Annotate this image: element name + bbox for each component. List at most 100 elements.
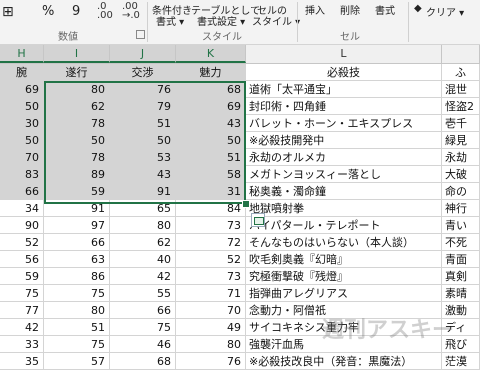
cell-l[interactable]: 秘奥義・濁命鐘 [246,183,442,200]
cell-i[interactable]: 86 [44,268,110,285]
cell-m[interactable]: 真剣 [442,268,480,285]
cell-l[interactable]: ※必殺技改良中（発音：黒魔法） [246,353,442,370]
cell-h[interactable]: 35 [0,353,44,370]
cell-h[interactable]: 59 [0,268,44,285]
cell-k[interactable]: 84 [176,200,246,217]
column-header-m[interactable] [442,45,480,63]
cell-k[interactable]: 80 [176,336,246,353]
cell-l[interactable]: バレット・ホーン・エキスプレス [246,115,442,132]
cell-h[interactable]: 90 [0,217,44,234]
format-button[interactable]: 書式 [375,2,395,17]
cell-m[interactable]: 永劫 [442,149,480,166]
cell-h[interactable]: 66 [0,183,44,200]
cell-j[interactable]: 51 [110,115,176,132]
cell-h[interactable]: 56 [0,251,44,268]
cell-styles-button[interactable]: スタイル ▾ [252,13,300,28]
cell-h[interactable]: 83 [0,166,44,183]
cell-i[interactable]: 80 [44,302,110,319]
cell-m[interactable]: 不死 [442,234,480,251]
cell-l[interactable]: 指弾曲アレグリアス [246,285,442,302]
cell-j[interactable]: 68 [110,353,176,370]
cell-i[interactable]: 66 [44,234,110,251]
header-cell-j[interactable]: 交渉 [110,64,176,81]
cell-j[interactable]: 40 [110,251,176,268]
cell-m[interactable]: 神行 [442,200,480,217]
cell-j[interactable]: 65 [110,200,176,217]
decrease-decimal-button[interactable]: .00 →.0 [122,2,144,21]
header-cell-h[interactable]: 腕 [0,64,44,81]
column-header-h[interactable]: H [0,45,44,63]
cell-k[interactable]: 68 [176,81,246,98]
header-cell-m[interactable]: ふ [442,64,480,81]
format-as-table-button[interactable]: 書式設定 ▾ [197,13,245,28]
column-header-k[interactable]: K [176,45,246,63]
fill-handle[interactable] [242,200,250,208]
cell-k[interactable]: 73 [176,268,246,285]
cell-k[interactable]: 58 [176,166,246,183]
cell-j[interactable]: 76 [110,81,176,98]
quick-analysis-icon[interactable] [251,213,265,227]
cell-l[interactable]: メガトンヨッスィー落とし [246,166,442,183]
cell-i[interactable]: 75 [44,285,110,302]
header-cell-i[interactable]: 遂行 [44,64,110,81]
column-header-l[interactable]: L [246,45,442,63]
cell-i[interactable]: 89 [44,166,110,183]
column-header-j[interactable]: J [110,45,176,63]
cell-k[interactable]: 73 [176,217,246,234]
cell-l[interactable]: ※必殺技開発中 [246,132,442,149]
cell-k[interactable]: 69 [176,98,246,115]
insert-button[interactable]: 挿入 [305,2,325,17]
cell-i[interactable]: 91 [44,200,110,217]
conditional-format-button[interactable]: 書式 ▾ [156,13,184,28]
cell-m[interactable]: 混世 [442,81,480,98]
cell-j[interactable]: 62 [110,234,176,251]
cell-k[interactable]: 72 [176,234,246,251]
accounting-format-button[interactable]: ⊞ [2,4,14,20]
cell-i[interactable]: 57 [44,353,110,370]
cell-k[interactable]: 70 [176,302,246,319]
cell-h[interactable]: 33 [0,336,44,353]
column-header-i[interactable]: I [44,45,110,63]
cell-k[interactable]: 76 [176,353,246,370]
percent-style-button[interactable]: % [42,4,54,19]
cell-h[interactable]: 75 [0,285,44,302]
cell-m[interactable]: 緑見 [442,132,480,149]
cell-h[interactable]: 70 [0,149,44,166]
cell-h[interactable]: 77 [0,302,44,319]
cell-j[interactable]: 80 [110,217,176,234]
cell-l[interactable]: 永劫のオルメカ [246,149,442,166]
cell-k[interactable]: 31 [176,183,246,200]
cell-i[interactable]: 59 [44,183,110,200]
cell-j[interactable]: 43 [110,166,176,183]
cell-j[interactable]: 50 [110,132,176,149]
cell-m[interactable]: 素晴 [442,285,480,302]
cell-i[interactable]: 63 [44,251,110,268]
cell-m[interactable]: 命の [442,183,480,200]
cell-i[interactable]: 75 [44,336,110,353]
cell-l[interactable]: 吹毛剣奥義『幻暗』 [246,251,442,268]
cell-k[interactable]: 50 [176,132,246,149]
cell-m[interactable]: 茫漠 [442,353,480,370]
comma-style-button[interactable]: 9 [72,4,80,19]
cell-h[interactable]: 52 [0,234,44,251]
number-dialog-launcher-icon[interactable] [136,30,145,39]
cell-k[interactable]: 43 [176,115,246,132]
cell-h[interactable]: 30 [0,115,44,132]
cell-m[interactable]: 怪盗2 [442,98,480,115]
cell-l[interactable]: そんなものはいらない（本人談） [246,234,442,251]
delete-button[interactable]: 削除 [340,2,360,17]
eraser-icon[interactable]: ◆ [414,3,422,14]
cell-k[interactable]: 49 [176,319,246,336]
cell-i[interactable]: 80 [44,81,110,98]
cell-h[interactable]: 42 [0,319,44,336]
cell-j[interactable]: 75 [110,319,176,336]
cell-i[interactable]: 50 [44,132,110,149]
cell-m[interactable]: 青い [442,217,480,234]
cell-h[interactable]: 34 [0,200,44,217]
cell-m[interactable]: 青面 [442,251,480,268]
cell-k[interactable]: 71 [176,285,246,302]
cell-m[interactable]: 壱千 [442,115,480,132]
cell-j[interactable]: 53 [110,149,176,166]
cell-h[interactable]: 50 [0,132,44,149]
header-cell-l[interactable]: 必殺技 [246,64,442,81]
